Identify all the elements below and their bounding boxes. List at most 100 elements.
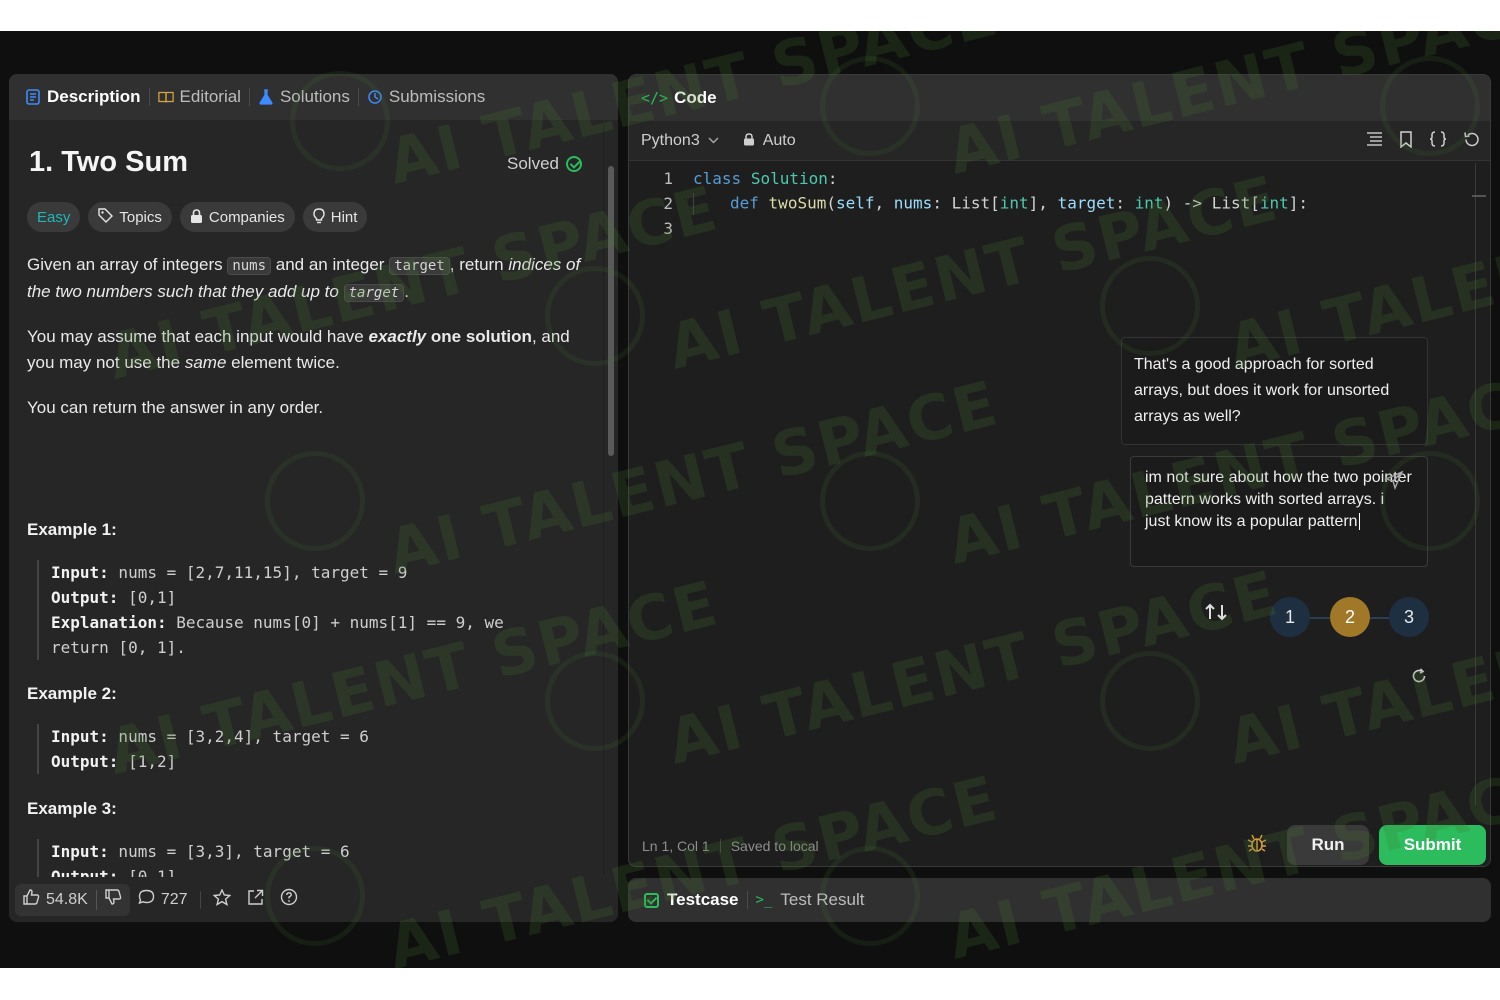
problem-tags: Easy Topics Companies Hint [27,202,368,232]
companies-chip[interactable]: Companies [179,202,295,232]
code-type: int [1259,193,1289,212]
refresh-icon[interactable] [1411,668,1427,689]
bookmark-icon[interactable] [1399,131,1413,153]
solved-label: Solved [507,154,559,173]
step-1-button[interactable]: 1 [1270,597,1310,637]
topics-chip[interactable]: Topics [88,202,172,232]
lock-icon [743,132,755,149]
example-2-title: Example 2: [27,684,117,703]
format-icon[interactable] [1366,131,1383,153]
code-panel-header: </> Code [629,75,1490,121]
braces-icon[interactable] [1429,131,1447,153]
editor-toolbar: Python3 Auto [629,121,1490,161]
explanation-value: Because nums[0] + nums[1] == 9, we [166,613,504,632]
tag-icon [98,208,114,226]
input-value: nums = [2,7,11,15], target = 9 [108,563,408,582]
like-button[interactable]: 54.8K [15,884,96,916]
description-scrollbar[interactable] [608,166,614,456]
editor-tools [1366,131,1480,153]
step-3-button[interactable]: 3 [1389,597,1429,637]
app-frame: Description Editorial Solutions Submissi… [0,31,1500,968]
desc-text: and an integer [271,255,390,274]
explanation-label: Explanation: [51,613,167,632]
code-text: , [874,193,894,212]
like-dislike-group: 54.8K [15,883,130,916]
book-icon [157,89,174,105]
send-icon[interactable] [1383,470,1404,491]
tab-description[interactable]: Description [25,87,141,107]
code-function-name: twoSum [768,193,827,212]
topics-label: Topics [119,208,162,226]
dislike-button[interactable] [97,884,130,916]
code-class-name: Solution [750,169,828,188]
terminal-icon: >_ [755,892,773,908]
auto-mode[interactable]: Auto [743,132,796,150]
lightbulb-icon [313,207,325,227]
code-line: 1 class Solution: [629,166,838,191]
code-icon: </> [641,89,669,107]
tab-editorial[interactable]: Editorial [157,87,241,107]
swap-vertical-icon[interactable] [1204,603,1230,626]
comments-button[interactable]: 727 [130,884,196,916]
editor-status-bar: Ln 1, Col 1 Saved to local [642,838,819,854]
code-panel: </> Code Python3 Auto 1 class Solution: … [628,74,1491,867]
desc-text: Given an array of integers [27,255,228,274]
code-line: 2 def twoSum(self, nums: List[int], targe… [629,191,1308,216]
star-icon [212,887,232,911]
tab-solutions[interactable]: Solutions [258,87,350,107]
example-1-title: Example 1: [27,520,117,539]
code-text: ( [826,193,836,212]
thumbs-down-icon [105,889,122,910]
chat-input-text: im not sure about how the two pointer pa… [1145,469,1412,530]
code-text: ]: [1288,193,1309,212]
desc-strong: one solution [426,327,532,346]
tab-divider [357,88,359,106]
code-text: ], [1028,193,1058,212]
editor-scroll-marker [1472,195,1486,197]
auto-label: Auto [762,131,796,149]
input-label: Input: [51,563,109,582]
inline-code-target: target [389,257,450,275]
solved-status: Solved [507,154,582,174]
run-button[interactable]: Run [1287,825,1369,865]
tab-testcase[interactable]: Testcase [644,890,739,910]
step-2-button[interactable]: 2 [1330,597,1370,637]
editor-scrollbar[interactable] [1475,163,1476,805]
history-icon [367,89,383,105]
step-connector [1369,617,1389,619]
desc-text: , return [449,255,509,274]
comment-count: 727 [160,890,188,908]
code-text: : [827,169,838,188]
language-select[interactable]: Python3 [641,132,719,150]
problem-footer: 54.8K 727 [9,877,618,922]
ai-tutor-message: That's a good approach for sorted arrays… [1121,337,1428,445]
indent-guide [693,192,694,215]
output-label: Output: [51,752,119,771]
scroll-track [603,124,604,874]
tab-test-result[interactable]: >_ Test Result [756,890,865,910]
line-number: 1 [663,169,673,188]
submit-button[interactable]: Submit [1379,825,1486,865]
difficulty-badge: Easy [27,202,81,232]
code-param: self [835,193,875,212]
external-link-icon [247,889,264,911]
share-button[interactable] [239,884,272,916]
code-keyword: def [730,193,759,212]
explanation-value: return [0, 1]. [51,638,186,657]
code-type: int [999,193,1029,212]
tab-divider [148,88,150,106]
tab-submissions[interactable]: Submissions [367,87,485,107]
hint-chip[interactable]: Hint [302,202,368,232]
favorite-button[interactable] [205,884,239,916]
reset-icon[interactable] [1463,131,1480,153]
output-label: Output: [51,588,119,607]
output-value: [1,2] [118,752,177,771]
problem-description-2: You may assume that each input would hav… [27,324,592,376]
code-text: ) -> List[ [1163,193,1260,212]
help-button[interactable] [272,884,306,916]
debug-icon[interactable] [1247,833,1267,859]
inline-code-target: target [343,284,405,302]
save-status: Saved to local [730,838,819,854]
flask-icon [258,89,274,105]
